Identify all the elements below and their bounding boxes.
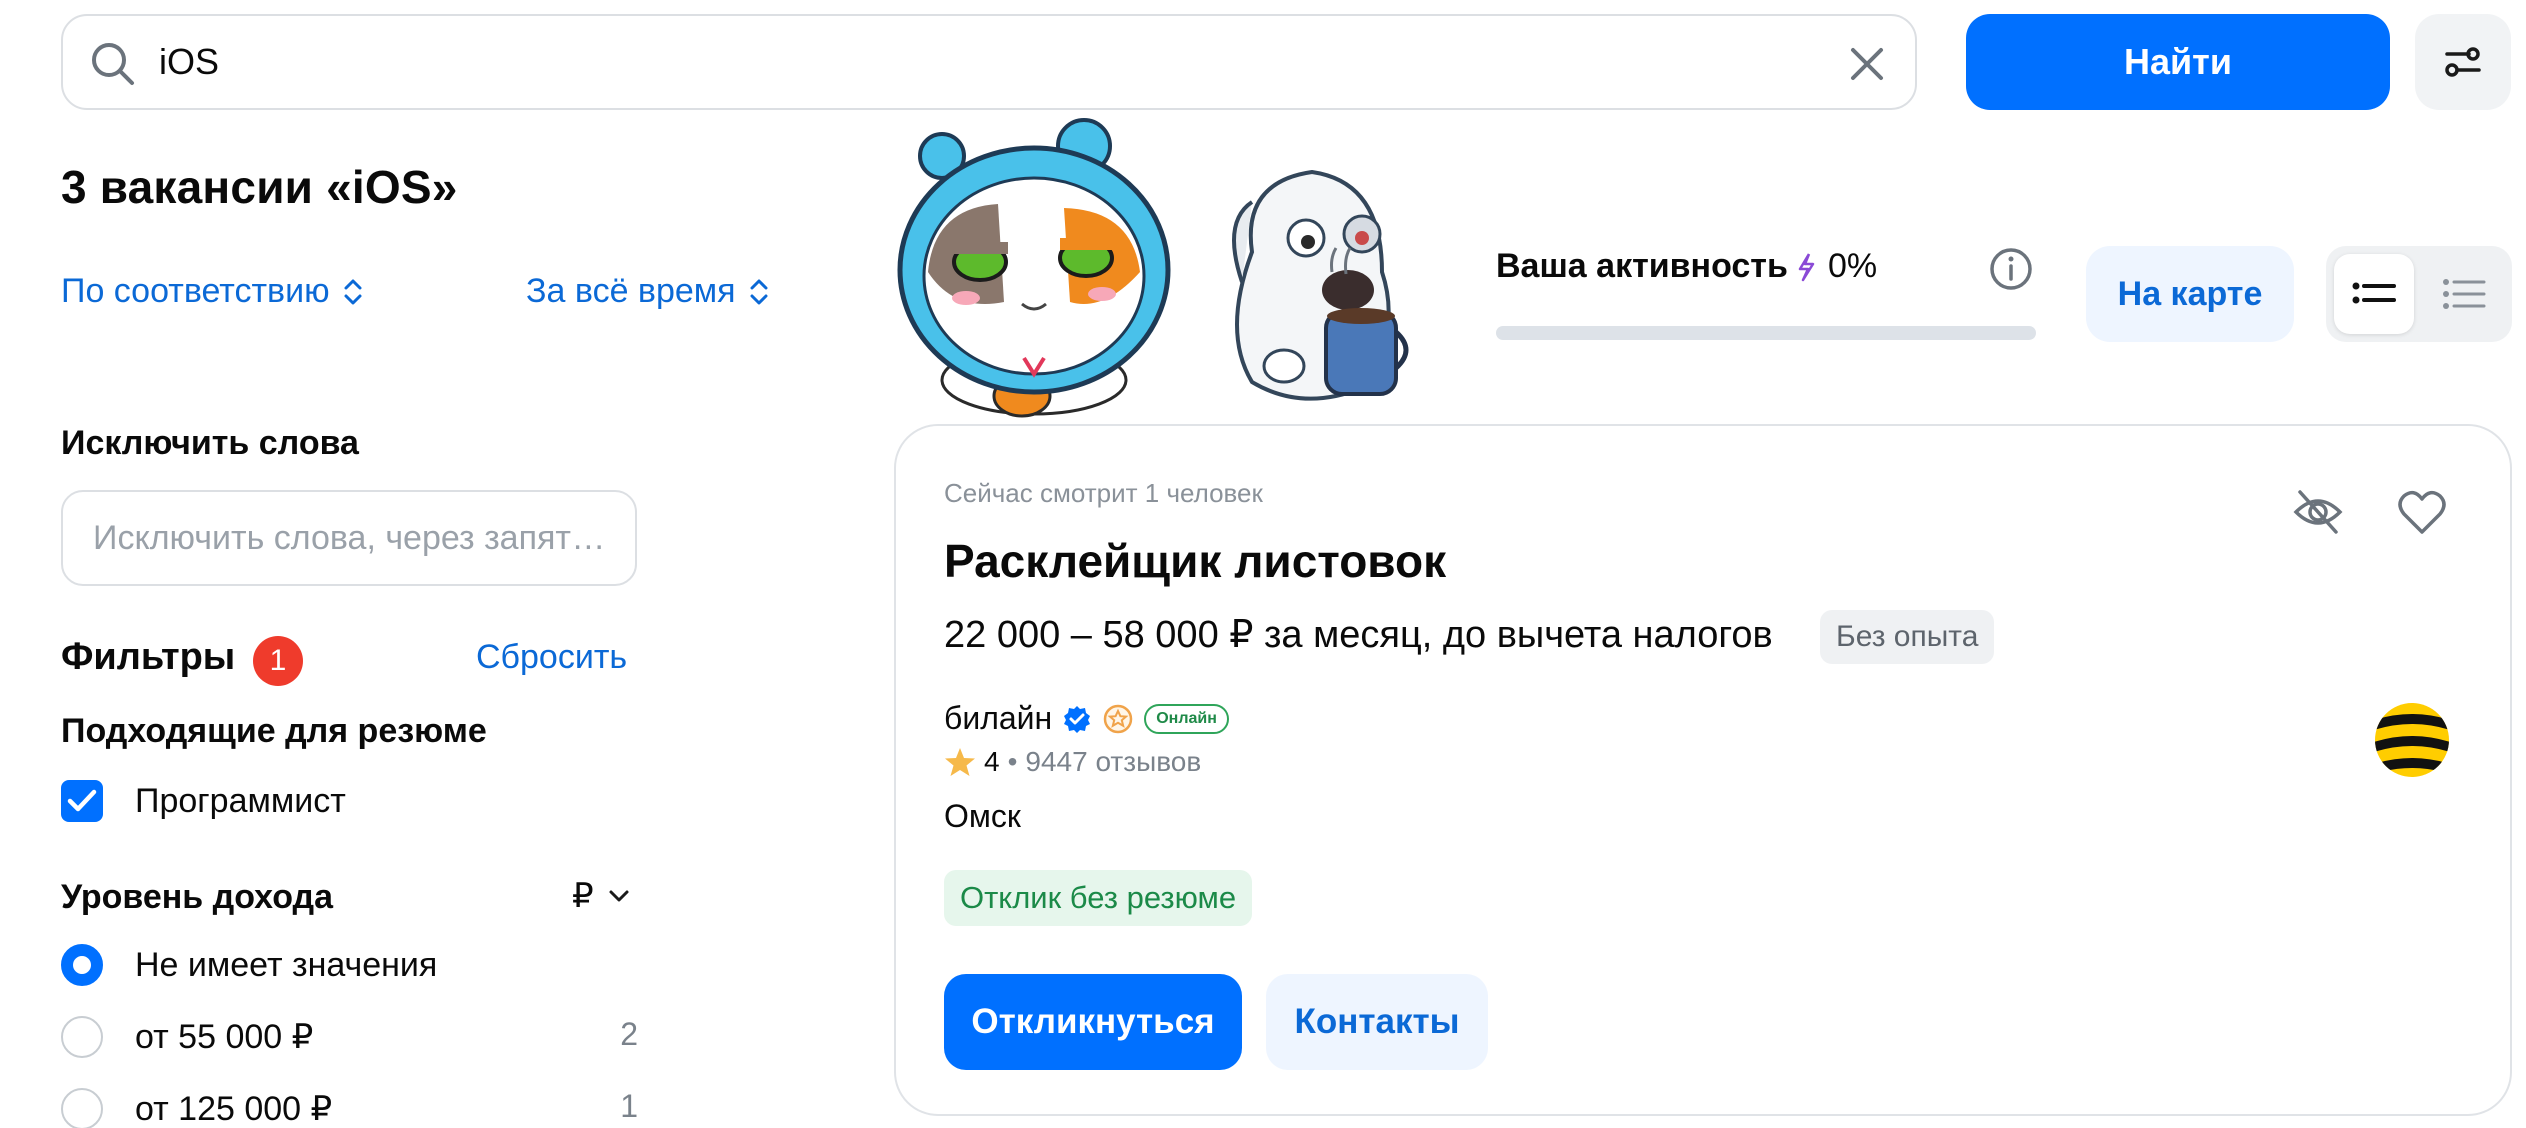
- search-icon: [92, 43, 134, 85]
- activity-label: Ваша активность: [1496, 247, 1788, 285]
- radio-selected[interactable]: [61, 944, 103, 986]
- detailed-list-button[interactable]: [2424, 254, 2504, 334]
- checkbox-checked[interactable]: [61, 780, 103, 822]
- dog-coffee-sticker: [1232, 169, 1409, 401]
- company-name[interactable]: билайн: [944, 700, 1052, 737]
- income-section-title: Уровень дохода: [61, 878, 334, 916]
- results-title: 3 вакансии «iOS»: [61, 161, 458, 213]
- vacancy-city: Омск: [944, 798, 1021, 834]
- view-mode-toggle[interactable]: [2326, 246, 2512, 342]
- exclude-words-label: Исключить слова: [61, 424, 359, 462]
- info-icon[interactable]: [1988, 246, 2034, 292]
- hide-eye-icon[interactable]: [2290, 484, 2346, 540]
- detailed-list-icon: [2443, 279, 2486, 309]
- beeline-logo: [2375, 703, 2449, 777]
- compact-list-button[interactable]: [2334, 254, 2414, 334]
- exclude-words-field[interactable]: Исключить слова, через запятую: [61, 490, 637, 586]
- activity-progress-bar: [1496, 326, 2036, 340]
- reset-filters-link[interactable]: Сбросить: [476, 638, 627, 677]
- activity-percent: 0%: [1828, 247, 1878, 285]
- income-option-label: Не имеет значения: [135, 945, 438, 984]
- company-row: билайн Онлайн: [944, 700, 1229, 737]
- search-field[interactable]: iOS: [61, 14, 1917, 110]
- viewers-count: Сейчас смотрит 1 человек: [944, 478, 1263, 508]
- vacancy-salary: 22 000 – 58 000 ₽ за месяц, до вычета на…: [944, 614, 1773, 656]
- online-badge: Онлайн: [1144, 703, 1229, 734]
- search-input[interactable]: iOS: [159, 16, 219, 108]
- radio-unselected[interactable]: [61, 1016, 103, 1058]
- income-option-125000[interactable]: от 125 000 ₽: [61, 1088, 332, 1128]
- chevron-down-icon: [609, 890, 629, 902]
- currency-label: ₽: [572, 877, 594, 915]
- lightning-icon: [1798, 253, 1815, 282]
- experience-badge: Без опыта: [1820, 610, 1995, 664]
- vacancy-title[interactable]: Расклейщик листовок: [944, 534, 1446, 588]
- find-button[interactable]: Найти: [1966, 14, 2390, 110]
- apply-button[interactable]: Откликнуться: [944, 974, 1242, 1070]
- reviews-count: 9447 отзывов: [1025, 746, 1202, 777]
- search-settings-button[interactable]: [2415, 14, 2511, 110]
- sort-period-label: За всё время: [526, 272, 736, 310]
- radio-unselected[interactable]: [61, 1088, 103, 1128]
- filter-settings-icon: [2445, 47, 2481, 77]
- income-option-55000[interactable]: от 55 000 ₽: [61, 1016, 313, 1058]
- compact-list-icon: [2352, 282, 2396, 304]
- vacancy-card[interactable]: Сейчас смотрит 1 человек Расклейщик лист…: [894, 424, 2512, 1116]
- rating-value: 4: [984, 746, 1000, 777]
- sort-relevance-select[interactable]: По соответствию: [61, 272, 364, 311]
- income-option-label: от 55 000 ₽: [135, 1018, 314, 1056]
- resume-section-title: Подходящие для резюме: [61, 712, 487, 750]
- sort-period-select[interactable]: За всё время: [526, 272, 770, 311]
- income-option-any[interactable]: Не имеет значения: [61, 944, 437, 986]
- employer-award-icon: [1103, 704, 1133, 733]
- income-option-label: от 125 000 ₽: [135, 1090, 333, 1128]
- map-button[interactable]: На карте: [2086, 246, 2294, 342]
- exclude-words-placeholder: Исключить слова, через запятую: [93, 519, 613, 557]
- no-resume-badge: Отклик без резюме: [944, 870, 1253, 926]
- sort-relevance-label: По соответствию: [61, 272, 330, 310]
- resume-option-label: Программист: [135, 781, 346, 820]
- currency-select[interactable]: ₽: [572, 876, 630, 916]
- income-option-count: 2: [620, 1016, 638, 1052]
- chevron-updown-icon: [750, 279, 768, 304]
- filters-count-badge: 1: [253, 636, 303, 686]
- chevron-updown-icon: [344, 279, 362, 304]
- company-rating[interactable]: 4 • 9447 отзывов: [944, 746, 1201, 778]
- contacts-button[interactable]: Контакты: [1266, 974, 1488, 1070]
- rating-separator: •: [1007, 746, 1018, 777]
- filters-title: Фильтры: [61, 636, 236, 678]
- verified-icon: [1064, 705, 1091, 733]
- star-icon: [945, 748, 975, 776]
- cat-hood-sticker: [897, 118, 1171, 418]
- close-icon[interactable]: [1845, 42, 1889, 86]
- resume-option-programmer[interactable]: Программист: [61, 780, 346, 822]
- heart-icon[interactable]: [2394, 484, 2450, 540]
- checkmark-icon: [67, 789, 97, 812]
- income-option-count: 1: [620, 1088, 638, 1124]
